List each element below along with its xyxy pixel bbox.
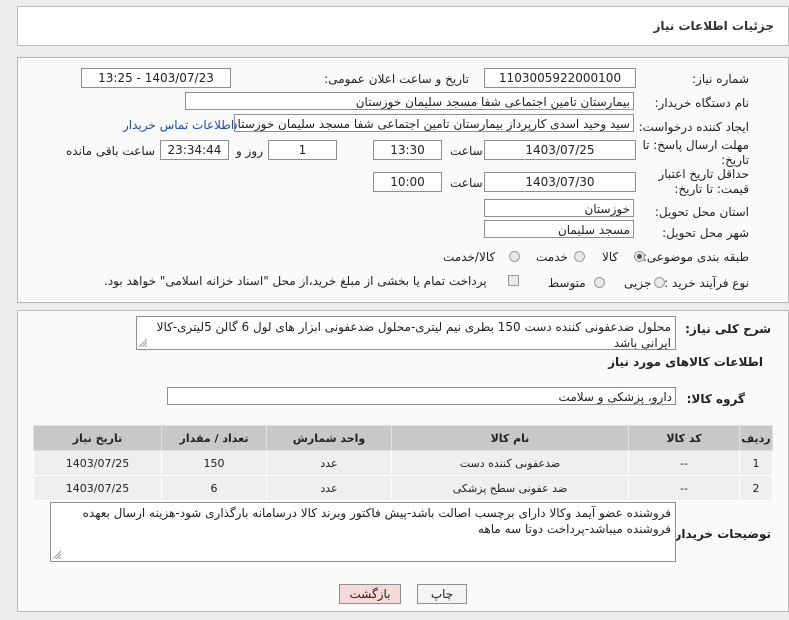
validity-time-label: ساعت [450, 176, 483, 190]
process-radio-minor[interactable] [654, 277, 665, 288]
buyer-notes-text: فروشنده عضو آیمد وکالا دارای برچسب اصالت… [82, 506, 671, 536]
city-field: مسجد سلیمان [484, 220, 634, 238]
days-label: روز و [236, 144, 263, 158]
description-textarea[interactable]: محلول ضدعفونی کننده دست 150 بطری نیم لیت… [136, 316, 676, 350]
buyer-contact-link[interactable]: اطلاعات تماس خریدار [123, 118, 234, 132]
cell-quantity: 6 [161, 475, 267, 501]
back-button[interactable]: بازگشت [339, 584, 401, 604]
process-option-minor: جزیی [624, 276, 652, 290]
send-deadline-time-field: 13:30 [373, 140, 442, 160]
col-header-unit: واحد شمارش [266, 425, 392, 451]
cell-unit: عدد [266, 450, 392, 476]
send-deadline-time-label: ساعت [450, 144, 483, 158]
goods-group-field: دارو، پزشکی و سلامت [167, 387, 676, 405]
announce-datetime-field: 1403/07/23 - 13:25 [81, 68, 231, 88]
buyer-notes-textarea[interactable]: فروشنده عضو آیمد وکالا دارای برچسب اصالت… [50, 502, 676, 562]
cell-name: ضدعفونی کننده دست [391, 450, 629, 476]
validity-time-field: 10:00 [373, 172, 442, 192]
category-radio-goods[interactable] [634, 251, 645, 262]
treasury-payment-checkbox[interactable] [508, 275, 519, 286]
goods-table: ردیف کد کالا نام کالا واحد شمارش تعداد /… [33, 425, 773, 501]
category-option-goods-service: کالا/خدمت [443, 250, 496, 264]
process-option-medium: متوسط [548, 276, 586, 290]
cell-code: -- [628, 450, 740, 476]
creator-field: سید وحید اسدی کارپرداز بیمارستان تامین ا… [234, 114, 634, 132]
description-label: شرح کلی نیاز: [685, 322, 771, 336]
col-header-quantity: تعداد / مقدار [161, 425, 267, 451]
category-radio-service[interactable] [574, 251, 585, 262]
cell-name: ضد عفونی سطح پزشکی [391, 475, 629, 501]
cell-quantity: 150 [161, 450, 267, 476]
validity-date-field: 1403/07/30 [484, 172, 636, 192]
category-option-goods: کالا [602, 250, 619, 264]
remaining-days-field: 1 [268, 140, 337, 160]
need-number-label: شماره نیاز: [692, 72, 749, 86]
print-button[interactable]: چاپ [417, 584, 467, 604]
col-header-code: کد کالا [628, 425, 740, 451]
description-text: محلول ضدعفونی کننده دست 150 بطری نیم لیت… [156, 320, 671, 350]
col-header-need-date: تاریخ نیاز [33, 425, 162, 451]
table-row: 1 -- ضدعفونی کننده دست عدد 150 1403/07/2… [33, 450, 773, 476]
buyer-org-field: بیمارستان تامین اجتماعی شفا مسجد سلیمان … [185, 92, 634, 110]
send-deadline-label: مهلت ارسال پاسخ: تا تاریخ: [642, 138, 749, 167]
treasury-payment-note: پرداخت تمام یا بخشی از مبلغ خرید،از محل … [104, 274, 487, 288]
resize-grip-icon[interactable] [53, 551, 61, 559]
page-title: جزئیات اطلاعات نیاز [653, 19, 774, 33]
process-radio-medium[interactable] [594, 277, 605, 288]
buyer-org-label: نام دستگاه خریدار: [654, 96, 750, 110]
cell-need-date: 1403/07/25 [33, 475, 162, 501]
goods-section-title: اطلاعات کالاهای مورد نیاز [608, 355, 763, 369]
col-header-row-num: ردیف [739, 425, 773, 451]
category-option-service: خدمت [536, 250, 568, 264]
validity-label: حداقل تاریخ اعتبار قیمت: تا تاریخ: [658, 167, 749, 196]
cell-code: -- [628, 475, 740, 501]
announce-datetime-label: تاریخ و ساعت اعلان عمومی: [324, 72, 469, 86]
city-label: شهر محل تحویل: [662, 226, 749, 240]
buyer-notes-label: توضیحات خریدار: [669, 527, 771, 541]
col-header-name: نام کالا [391, 425, 629, 451]
province-field: خوزستان [484, 199, 634, 217]
need-number-field: 1103005922000100 [484, 68, 636, 88]
table-row: 2 -- ضد عفونی سطح پزشکی عدد 6 1403/07/25 [33, 475, 773, 501]
remaining-time-field: 23:34:44 [160, 140, 229, 160]
cell-need-date: 1403/07/25 [33, 450, 162, 476]
cell-row-num: 2 [739, 475, 773, 501]
process-type-label: نوع فرآیند خرید : [664, 276, 749, 290]
resize-grip-icon[interactable] [139, 339, 147, 347]
category-radio-goods-service[interactable] [509, 251, 520, 262]
category-label: طبقه بندی موضوعی: [642, 250, 749, 264]
province-label: استان محل تحویل: [654, 205, 749, 219]
table-header-row: ردیف کد کالا نام کالا واحد شمارش تعداد /… [33, 425, 773, 451]
remaining-time-label: ساعت باقی مانده [66, 144, 156, 158]
cell-unit: عدد [266, 475, 392, 501]
goods-group-label: گروه کالا: [686, 392, 745, 406]
page-header: جزئیات اطلاعات نیاز [17, 6, 789, 46]
send-deadline-date-field: 1403/07/25 [484, 140, 636, 160]
creator-label: ایجاد کننده درخواست: [638, 120, 749, 134]
cell-row-num: 1 [739, 450, 773, 476]
